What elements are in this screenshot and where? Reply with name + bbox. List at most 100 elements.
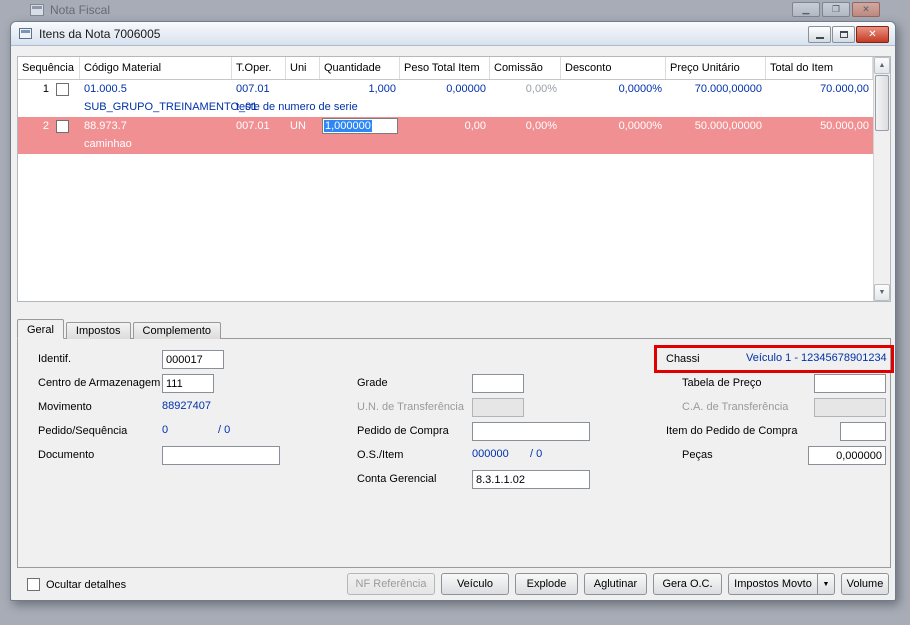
movimento-label: Movimento xyxy=(38,401,92,413)
items-grid: Sequência Código Material T.Oper. Uni Qu… xyxy=(17,56,891,302)
explode-button[interactable]: Explode xyxy=(515,573,578,595)
row-sequence: 1 xyxy=(42,83,49,95)
scroll-down-arrow-icon[interactable]: ▼ xyxy=(874,284,890,301)
quantity-editor-selected-text: 1,000000 xyxy=(324,120,372,132)
parent-window-icon xyxy=(30,4,44,16)
parent-close-button[interactable]: ✕ xyxy=(852,2,880,17)
cell-desconto: 0,0000% xyxy=(618,83,662,95)
conta-gerencial-label: Conta Gerencial xyxy=(357,473,437,485)
tab-panel-geral: Identif. Centro de Armazenagem Movimento… xyxy=(17,338,894,568)
movimento-value: 88927407 xyxy=(162,400,211,412)
pedido-compra-input[interactable] xyxy=(472,422,590,441)
scrollbar-thumb[interactable] xyxy=(875,75,889,131)
column-header-uni[interactable]: Uni xyxy=(286,57,320,79)
quantity-editor[interactable]: 1,000000 xyxy=(322,118,398,134)
column-header-preco-unitario[interactable]: Preço Unitário xyxy=(666,57,766,79)
parent-maximize-button[interactable]: ❐ xyxy=(822,2,850,17)
tab-geral[interactable]: Geral xyxy=(17,319,64,339)
dialog-titlebar[interactable]: Itens da Nota 7006005 ✕ xyxy=(11,22,895,46)
impostos-movto-dropdown-button[interactable]: ▼ xyxy=(818,573,835,595)
minimize-button[interactable] xyxy=(808,26,831,43)
grade-label: Grade xyxy=(357,377,388,389)
vertical-scrollbar[interactable]: ▲ ▼ xyxy=(873,57,890,301)
cell-quantidade: 1,000 xyxy=(368,83,396,95)
parent-window-controls: ▁ ❐ ✕ xyxy=(792,2,880,17)
dialog-title: Itens da Nota 7006005 xyxy=(39,27,161,41)
identif-label: Identif. xyxy=(38,353,72,365)
detail-tabs: Geral Impostos Complemento xyxy=(17,319,223,339)
cell-codigo: 01.000.5 xyxy=(84,83,127,95)
dialog-icon xyxy=(19,28,32,39)
tabela-preco-label: Tabela de Preço xyxy=(682,377,762,389)
pedido-sequencia-value2: / 0 xyxy=(218,424,231,436)
cell-total-item: 70.000,00 xyxy=(820,83,869,95)
footer-bar: Ocultar detalhes NF Referência Veículo E… xyxy=(17,573,889,597)
cell-desconto: 0,0000% xyxy=(618,120,662,132)
cell-comissao: 0,00% xyxy=(525,83,557,95)
os-item-value2: / 0 xyxy=(530,448,543,460)
grade-input[interactable] xyxy=(472,374,524,393)
ocultar-detalhes-checkbox[interactable] xyxy=(27,578,40,591)
column-header-quantidade[interactable]: Quantidade xyxy=(320,57,400,79)
cell-toper-descricao: teste de numero de serie xyxy=(236,101,358,113)
tab-complemento[interactable]: Complemento xyxy=(132,322,222,339)
parent-minimize-button[interactable]: ▁ xyxy=(792,2,820,17)
cell-toper: 007.01 xyxy=(236,120,270,132)
impostos-movto-button[interactable]: Impostos Movto xyxy=(728,573,818,595)
centro-armazenagem-label: Centro de Armazenagem xyxy=(38,377,161,389)
close-button[interactable]: ✕ xyxy=(856,26,889,43)
grid-row-1[interactable]: 1 01.000.5 007.01 1,000 0,00000 0,00% 0,… xyxy=(18,80,873,117)
scroll-up-arrow-icon[interactable]: ▲ xyxy=(874,57,890,74)
grid-row-2-selected[interactable]: 2 88.973.7 007.01 UN 1,000000 0,00 0,00%… xyxy=(18,117,873,154)
tab-impostos[interactable]: Impostos xyxy=(65,322,131,339)
identif-input[interactable] xyxy=(162,350,224,369)
cell-toper: 007.01 xyxy=(236,83,270,95)
row-checkbox[interactable] xyxy=(56,119,69,133)
column-header-toper[interactable]: T.Oper. xyxy=(232,57,286,79)
pedido-sequencia-value: 0 xyxy=(162,424,169,436)
pedido-compra-label: Pedido de Compra xyxy=(357,425,449,437)
cell-total-item: 50.000,00 xyxy=(820,120,869,132)
os-item-label: O.S./Item xyxy=(357,449,404,461)
tabela-preco-input[interactable] xyxy=(814,374,886,393)
ca-transferencia-label: C.A. de Transferência xyxy=(682,401,789,413)
cell-peso: 0,00000 xyxy=(446,83,486,95)
chassi-label: Chassi xyxy=(666,353,700,365)
un-transferencia-input xyxy=(472,398,524,417)
cell-preco-unitario: 50.000,00000 xyxy=(694,120,762,132)
cell-codigo: 88.973.7 xyxy=(84,120,127,132)
maximize-button[interactable] xyxy=(832,26,855,43)
centro-armazenagem-input[interactable] xyxy=(162,374,214,393)
row-checkbox[interactable] xyxy=(56,82,69,96)
pecas-label: Peças xyxy=(682,449,713,461)
aglutinar-button[interactable]: Aglutinar xyxy=(584,573,647,595)
itens-da-nota-dialog: Itens da Nota 7006005 ✕ Sequência Código… xyxy=(10,21,896,601)
column-header-codigo-material[interactable]: Código Material xyxy=(80,57,232,79)
cell-comissao: 0,00% xyxy=(525,120,557,132)
item-pedido-compra-label: Item do Pedido de Compra xyxy=(666,425,798,437)
dialog-body: Sequência Código Material T.Oper. Uni Qu… xyxy=(11,46,895,602)
grid-header: Sequência Código Material T.Oper. Uni Qu… xyxy=(18,57,873,80)
veiculo-button[interactable]: Veículo xyxy=(441,573,509,595)
column-header-peso-total-item[interactable]: Peso Total Item xyxy=(400,57,490,79)
pecas-input[interactable] xyxy=(808,446,886,465)
pedido-sequencia-label: Pedido/Sequência xyxy=(38,425,128,437)
column-header-desconto[interactable]: Desconto xyxy=(561,57,666,79)
cell-codigo-descricao: caminhao xyxy=(84,138,132,150)
conta-gerencial-input[interactable] xyxy=(472,470,590,489)
desktop-backdrop: Nota Fiscal ▁ ❐ ✕ Itens da Nota 7006005 … xyxy=(0,0,910,625)
column-header-sequencia[interactable]: Sequência xyxy=(18,57,80,79)
gera-oc-button[interactable]: Gera O.C. xyxy=(653,573,722,595)
documento-input[interactable] xyxy=(162,446,280,465)
cell-preco-unitario: 70.000,00000 xyxy=(694,83,762,95)
os-item-value: 000000 xyxy=(472,448,509,460)
column-header-comissao[interactable]: Comissão xyxy=(490,57,561,79)
row-sequence: 2 xyxy=(42,120,49,132)
parent-window-title: Nota Fiscal xyxy=(50,3,111,17)
column-header-total-do-item[interactable]: Total do Item xyxy=(766,57,873,79)
ocultar-detalhes-label: Ocultar detalhes xyxy=(46,578,127,591)
un-transferencia-label: U.N. de Transferência xyxy=(357,401,464,413)
cell-peso: 0,00 xyxy=(464,120,486,132)
volume-button[interactable]: Volume xyxy=(841,573,889,595)
item-pedido-compra-input[interactable] xyxy=(840,422,886,441)
